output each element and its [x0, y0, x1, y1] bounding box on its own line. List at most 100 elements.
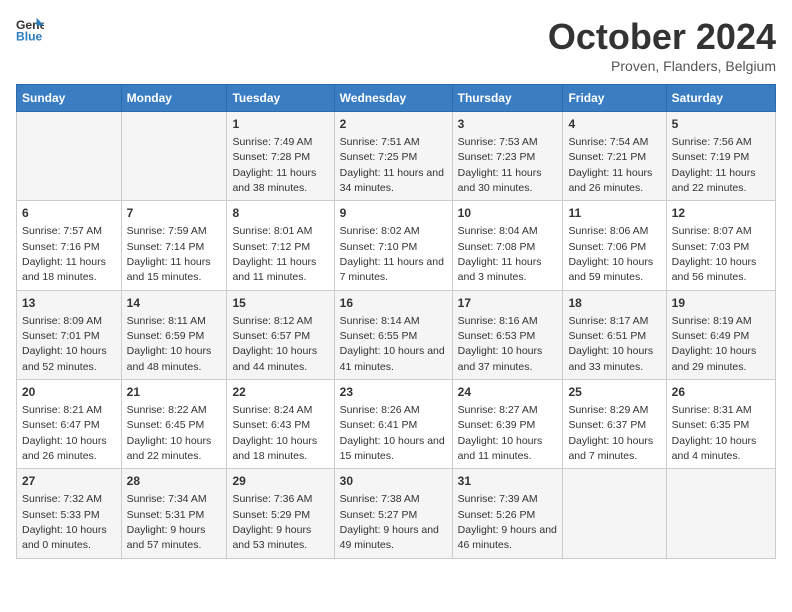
day-info: Sunrise: 7:54 AMSunset: 7:21 PMDaylight:…	[568, 136, 652, 194]
day-info: Sunrise: 8:04 AMSunset: 7:08 PMDaylight:…	[458, 225, 542, 283]
day-info: Sunrise: 8:12 AMSunset: 6:57 PMDaylight:…	[232, 315, 317, 373]
calendar-cell: 26 Sunrise: 8:31 AMSunset: 6:35 PMDayligh…	[666, 380, 775, 469]
day-info: Sunrise: 8:01 AMSunset: 7:12 PMDaylight:…	[232, 225, 316, 283]
logo-icon: General Blue	[16, 16, 44, 44]
calendar-week-row: 6 Sunrise: 7:57 AMSunset: 7:16 PMDaylight…	[17, 201, 776, 290]
day-number: 23	[340, 384, 447, 401]
month-title: October 2024	[548, 16, 776, 58]
calendar-cell	[121, 112, 227, 201]
day-info: Sunrise: 8:11 AMSunset: 6:59 PMDaylight:…	[127, 315, 212, 373]
calendar-cell: 3 Sunrise: 7:53 AMSunset: 7:23 PMDaylight…	[452, 112, 563, 201]
day-number: 31	[458, 473, 558, 490]
day-info: Sunrise: 7:56 AMSunset: 7:19 PMDaylight:…	[672, 136, 756, 194]
day-number: 27	[22, 473, 116, 490]
day-info: Sunrise: 8:07 AMSunset: 7:03 PMDaylight:…	[672, 225, 757, 283]
day-info: Sunrise: 7:57 AMSunset: 7:16 PMDaylight:…	[22, 225, 106, 283]
day-number: 18	[568, 295, 660, 312]
day-info: Sunrise: 7:53 AMSunset: 7:23 PMDaylight:…	[458, 136, 542, 194]
day-info: Sunrise: 8:27 AMSunset: 6:39 PMDaylight:…	[458, 404, 543, 462]
calendar-cell: 18 Sunrise: 8:17 AMSunset: 6:51 PMDayligh…	[563, 290, 666, 379]
calendar-cell: 6 Sunrise: 7:57 AMSunset: 7:16 PMDaylight…	[17, 201, 122, 290]
calendar-week-row: 27 Sunrise: 7:32 AMSunset: 5:33 PMDayligh…	[17, 469, 776, 558]
day-info: Sunrise: 7:36 AMSunset: 5:29 PMDaylight:…	[232, 493, 312, 551]
weekday-header: Friday	[563, 85, 666, 112]
calendar-cell: 14 Sunrise: 8:11 AMSunset: 6:59 PMDayligh…	[121, 290, 227, 379]
day-number: 13	[22, 295, 116, 312]
day-info: Sunrise: 8:26 AMSunset: 6:41 PMDaylight:…	[340, 404, 445, 462]
calendar-cell: 7Sunrise: 7:59 AMSunset: 7:14 PMDaylight…	[121, 201, 227, 290]
day-number: 20	[22, 384, 116, 401]
day-number: 25	[568, 384, 660, 401]
day-info: Sunrise: 8:14 AMSunset: 6:55 PMDaylight:…	[340, 315, 445, 373]
calendar-cell: 2 Sunrise: 7:51 AMSunset: 7:25 PMDaylight…	[334, 112, 452, 201]
day-info: Sunrise: 8:06 AMSunset: 7:06 PMDaylight:…	[568, 225, 653, 283]
day-info: Sunrise: 7:32 AMSunset: 5:33 PMDaylight:…	[22, 493, 107, 551]
svg-text:Blue: Blue	[16, 29, 43, 43]
day-info: Sunrise: 7:51 AMSunset: 7:25 PMDaylight:…	[340, 136, 444, 194]
calendar-cell: 8 Sunrise: 8:01 AMSunset: 7:12 PMDaylight…	[227, 201, 334, 290]
weekday-header: Saturday	[666, 85, 775, 112]
calendar-cell	[666, 469, 775, 558]
calendar-cell	[563, 469, 666, 558]
day-number: 1	[232, 116, 328, 133]
calendar-cell: 17 Sunrise: 8:16 AMSunset: 6:53 PMDayligh…	[452, 290, 563, 379]
day-number: 5	[672, 116, 770, 133]
calendar-table: SundayMondayTuesdayWednesdayThursdayFrid…	[16, 84, 776, 559]
day-info: Sunrise: 8:31 AMSunset: 6:35 PMDaylight:…	[672, 404, 757, 462]
day-number: 7	[127, 205, 222, 222]
day-number: 6	[22, 205, 116, 222]
day-number: 4	[568, 116, 660, 133]
day-number: 26	[672, 384, 770, 401]
day-info: Sunrise: 8:19 AMSunset: 6:49 PMDaylight:…	[672, 315, 757, 373]
weekday-header-row: SundayMondayTuesdayWednesdayThursdayFrid…	[17, 85, 776, 112]
calendar-cell: 10 Sunrise: 8:04 AMSunset: 7:08 PMDayligh…	[452, 201, 563, 290]
day-info: Sunrise: 8:16 AMSunset: 6:53 PMDaylight:…	[458, 315, 543, 373]
day-number: 12	[672, 205, 770, 222]
weekday-header: Thursday	[452, 85, 563, 112]
day-info: Sunrise: 7:38 AMSunset: 5:27 PMDaylight:…	[340, 493, 439, 551]
day-number: 10	[458, 205, 558, 222]
calendar-cell: 27 Sunrise: 7:32 AMSunset: 5:33 PMDayligh…	[17, 469, 122, 558]
page-header: General Blue October 2024 Proven, Flande…	[16, 16, 776, 74]
day-number: 8	[232, 205, 328, 222]
calendar-cell: 12 Sunrise: 8:07 AMSunset: 7:03 PMDayligh…	[666, 201, 775, 290]
day-number: 28	[127, 473, 222, 490]
day-number: 19	[672, 295, 770, 312]
calendar-cell: 5 Sunrise: 7:56 AMSunset: 7:19 PMDaylight…	[666, 112, 775, 201]
day-number: 14	[127, 295, 222, 312]
calendar-cell: 11 Sunrise: 8:06 AMSunset: 7:06 PMDayligh…	[563, 201, 666, 290]
day-number: 9	[340, 205, 447, 222]
weekday-header: Tuesday	[227, 85, 334, 112]
day-info: Sunrise: 8:22 AMSunset: 6:45 PMDaylight:…	[127, 404, 212, 462]
calendar-week-row: 20Sunrise: 8:21 AMSunset: 6:47 PMDayligh…	[17, 380, 776, 469]
day-info: Sunrise: 8:09 AMSunset: 7:01 PMDaylight:…	[22, 315, 107, 373]
calendar-cell: 15 Sunrise: 8:12 AMSunset: 6:57 PMDayligh…	[227, 290, 334, 379]
calendar-cell: 22Sunrise: 8:24 AMSunset: 6:43 PMDayligh…	[227, 380, 334, 469]
calendar-cell: 16 Sunrise: 8:14 AMSunset: 6:55 PMDayligh…	[334, 290, 452, 379]
calendar-cell: 13 Sunrise: 8:09 AMSunset: 7:01 PMDayligh…	[17, 290, 122, 379]
calendar-cell: 9 Sunrise: 8:02 AMSunset: 7:10 PMDaylight…	[334, 201, 452, 290]
day-number: 11	[568, 205, 660, 222]
calendar-cell: 1 Sunrise: 7:49 AMSunset: 7:28 PMDaylight…	[227, 112, 334, 201]
day-info: Sunrise: 7:49 AMSunset: 7:28 PMDaylight:…	[232, 136, 316, 194]
day-info: Sunrise: 8:02 AMSunset: 7:10 PMDaylight:…	[340, 225, 444, 283]
day-number: 15	[232, 295, 328, 312]
day-info: Sunrise: 7:39 AMSunset: 5:26 PMDaylight:…	[458, 493, 557, 551]
day-info: Sunrise: 8:24 AMSunset: 6:43 PMDaylight:…	[232, 404, 317, 462]
day-number: 16	[340, 295, 447, 312]
weekday-header: Monday	[121, 85, 227, 112]
calendar-cell: 28 Sunrise: 7:34 AMSunset: 5:31 PMDayligh…	[121, 469, 227, 558]
day-number: 29	[232, 473, 328, 490]
day-number: 17	[458, 295, 558, 312]
day-info: Sunrise: 8:29 AMSunset: 6:37 PMDaylight:…	[568, 404, 653, 462]
calendar-cell: 30Sunrise: 7:38 AMSunset: 5:27 PMDayligh…	[334, 469, 452, 558]
calendar-week-row: 13 Sunrise: 8:09 AMSunset: 7:01 PMDayligh…	[17, 290, 776, 379]
day-number: 3	[458, 116, 558, 133]
weekday-header: Sunday	[17, 85, 122, 112]
day-info: Sunrise: 7:34 AMSunset: 5:31 PMDaylight:…	[127, 493, 207, 551]
calendar-cell: 4 Sunrise: 7:54 AMSunset: 7:21 PMDaylight…	[563, 112, 666, 201]
day-info: Sunrise: 8:17 AMSunset: 6:51 PMDaylight:…	[568, 315, 653, 373]
calendar-cell: 19 Sunrise: 8:19 AMSunset: 6:49 PMDayligh…	[666, 290, 775, 379]
day-number: 2	[340, 116, 447, 133]
day-number: 24	[458, 384, 558, 401]
